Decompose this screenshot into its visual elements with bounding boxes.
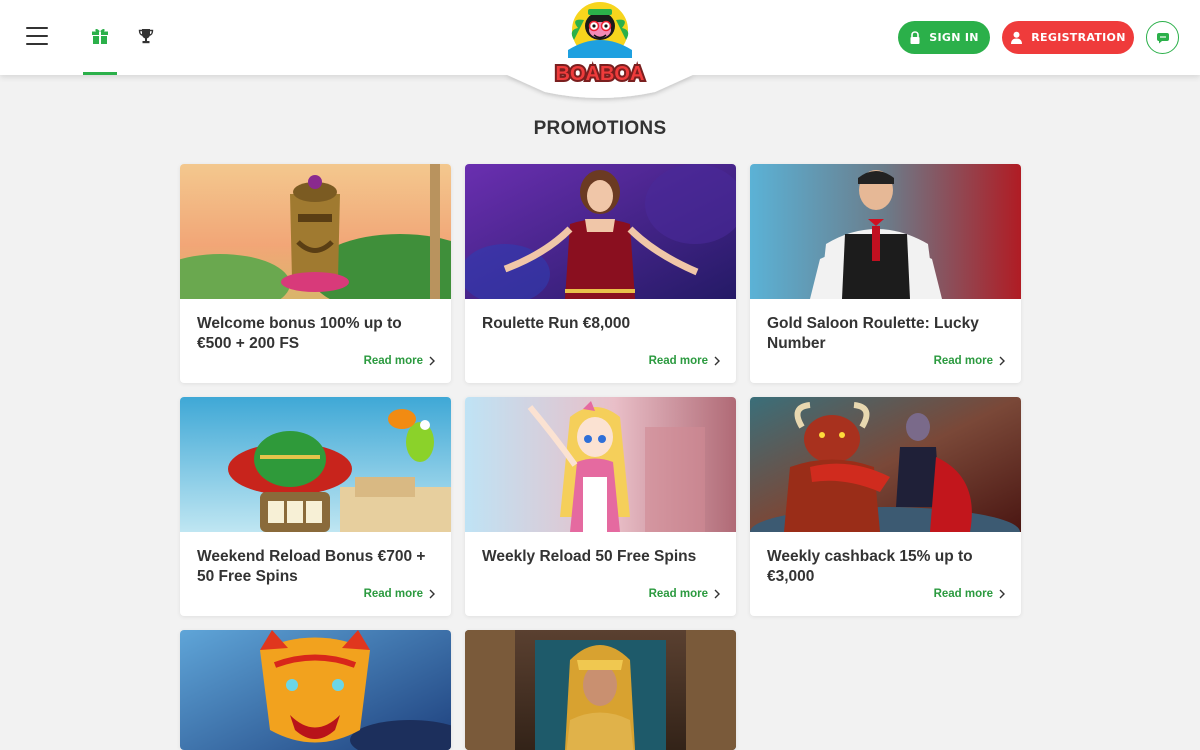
promo-title: Welcome bonus 100% up to €500 + 200 FS (197, 315, 402, 352)
user-icon (1011, 31, 1023, 44)
lock-icon (910, 30, 920, 44)
read-more-link[interactable]: Read more (934, 588, 1005, 600)
chevron-right-icon (429, 356, 435, 366)
read-more-label: Read more (363, 355, 423, 367)
hamburger-icon[interactable] (26, 27, 48, 45)
promo-title: Weekend Reload Bonus €700 + 50 Free Spin… (197, 548, 426, 585)
chat-button[interactable] (1146, 21, 1179, 54)
active-tab-indicator (83, 72, 117, 75)
trophy-icon[interactable] (136, 26, 156, 46)
read-more-label: Read more (363, 588, 423, 600)
chevron-right-icon (714, 356, 720, 366)
read-more-label: Read more (933, 355, 993, 367)
read-more-link[interactable]: Read more (364, 355, 435, 367)
read-more-label: Read more (933, 588, 993, 600)
promo-image-anime-girl (465, 397, 736, 532)
promo-image-roulette-dealer (465, 164, 736, 299)
promo-image-saloon-dealer (750, 164, 1021, 299)
page-title: PROMOTIONS (533, 118, 667, 139)
registration-label: REGISTRATION (1031, 31, 1126, 44)
boaboa-logo[interactable]: BOABOA BOABOA (548, 0, 652, 90)
read-more-link[interactable]: Read more (934, 355, 1005, 367)
promo-card[interactable]: Welcome bonus 100% up to €500 + 200 FS R… (180, 164, 451, 383)
promo-card[interactable] (180, 630, 451, 750)
promo-card[interactable]: Weekend Reload Bonus €700 + 50 Free Spin… (180, 397, 451, 616)
chevron-right-icon (999, 589, 1005, 599)
chevron-right-icon (714, 589, 720, 599)
promo-title: Weekly cashback 15% up to €3,000 (767, 548, 973, 585)
promo-card[interactable]: Weekly Reload 50 Free Spins Read more (465, 397, 736, 616)
promo-image-sombrero-slot (180, 397, 451, 532)
registration-button[interactable]: REGISTRATION (1002, 21, 1134, 54)
chevron-right-icon (999, 356, 1005, 366)
svg-text:BOABOA: BOABOA (556, 63, 645, 85)
read-more-link[interactable]: Read more (649, 355, 720, 367)
promo-title: Gold Saloon Roulette: Lucky Number (767, 315, 979, 352)
promo-image-tiki (180, 164, 451, 299)
promo-image-cleopatra (465, 630, 736, 750)
read-more-link[interactable]: Read more (364, 588, 435, 600)
sign-in-label: SIGN IN (929, 31, 979, 44)
read-more-link[interactable]: Read more (649, 588, 720, 600)
promo-card[interactable]: Roulette Run €8,000 Read more (465, 164, 736, 383)
promo-title: Weekly Reload 50 Free Spins (482, 548, 697, 565)
read-more-label: Read more (648, 355, 708, 367)
promo-card[interactable]: Gold Saloon Roulette: Lucky Number Read … (750, 164, 1021, 383)
promo-image-tiger-mask (180, 630, 451, 750)
promo-title: Roulette Run €8,000 (482, 315, 631, 332)
chat-icon (1156, 32, 1169, 43)
promotions-grid: Welcome bonus 100% up to €500 + 200 FS R… (180, 164, 1021, 750)
read-more-label: Read more (648, 588, 708, 600)
promo-image-bull-matador (750, 397, 1021, 532)
promo-card[interactable]: Weekly cashback 15% up to €3,000 Read mo… (750, 397, 1021, 616)
chevron-right-icon (429, 589, 435, 599)
sign-in-button[interactable]: SIGN IN (898, 21, 990, 54)
promo-card[interactable] (465, 630, 736, 750)
gift-icon[interactable] (90, 26, 110, 46)
